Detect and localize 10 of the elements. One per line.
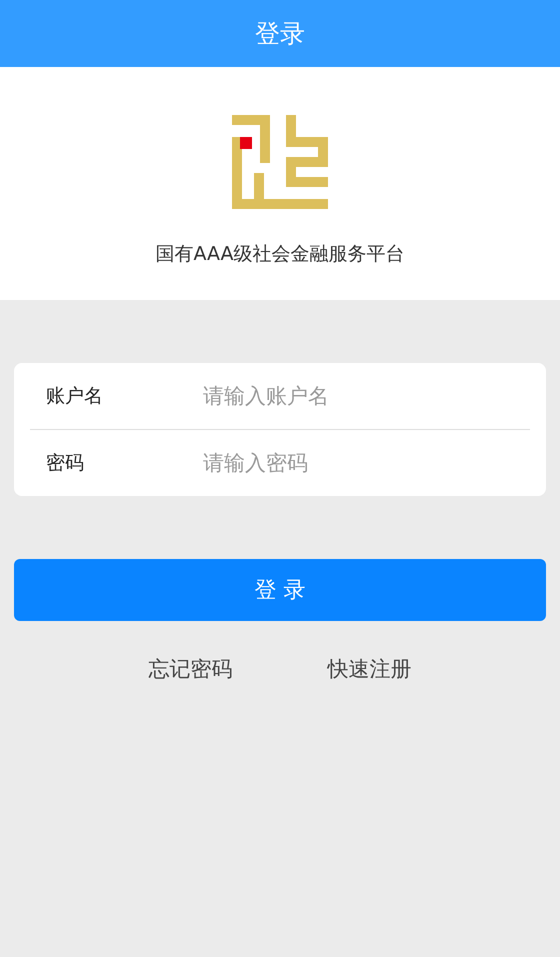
page-title: 登录: [255, 18, 305, 50]
logo-icon: [232, 115, 328, 209]
field-label: 账户名: [45, 384, 104, 409]
login-button[interactable]: 登 录: [14, 559, 546, 621]
input-field[interactable]: 请输入密码: [203, 451, 530, 475]
tagline: 国有AAA级社会金融服务平台: [155, 242, 405, 267]
input-field[interactable]: 请输入账户名: [203, 384, 530, 408]
text-link[interactable]: 快速注册: [328, 655, 412, 683]
field-label: 密码: [45, 451, 85, 476]
text-link[interactable]: 忘记密码: [148, 655, 232, 683]
